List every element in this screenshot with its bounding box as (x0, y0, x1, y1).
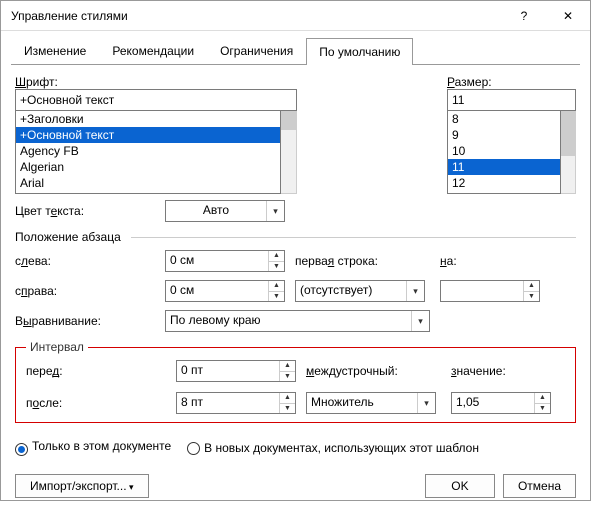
spinner-icon: ▲▼ (523, 281, 539, 301)
by-spin[interactable]: ▲▼ (440, 280, 540, 302)
size-listbox[interactable]: 8 9 10 11 12 (447, 110, 561, 194)
interval-group: Интервал перед: 0 пт▲▼ междустрочный: зн… (15, 340, 576, 423)
at-spin[interactable]: 1,05▲▼ (451, 392, 551, 414)
font-listbox[interactable]: +Заголовки +Основной текст Agency FB Alg… (15, 110, 281, 194)
size-input[interactable] (447, 89, 576, 111)
scrollbar[interactable] (561, 111, 576, 194)
font-input[interactable] (15, 89, 297, 111)
list-item[interactable]: 12 (448, 175, 560, 191)
tab-edit[interactable]: Изменение (11, 37, 99, 64)
cancel-button[interactable]: Отмена (503, 474, 576, 498)
scrollbar[interactable] (281, 111, 297, 194)
tab-recommend[interactable]: Рекомендации (99, 37, 207, 64)
right-spin[interactable]: 0 см▲▼ (165, 280, 285, 302)
scope-radiogroup: Только в этом документе В новых документ… (1, 433, 590, 466)
after-spin[interactable]: 8 пт▲▼ (176, 392, 296, 414)
before-label: перед: (26, 364, 176, 378)
close-button[interactable]: ✕ (546, 1, 590, 31)
import-export-button[interactable]: Импорт/экспорт... (15, 474, 149, 498)
linespacing-combo[interactable]: Множитель▾ (306, 392, 436, 414)
chevron-down-icon: ▾ (266, 201, 284, 221)
list-item[interactable]: +Основной текст (16, 127, 280, 143)
radio-icon (187, 442, 200, 455)
chevron-down-icon: ▾ (411, 311, 429, 331)
list-item[interactable]: 8 (448, 111, 560, 127)
radio-icon (15, 443, 28, 456)
list-item[interactable]: +Заголовки (16, 111, 280, 127)
left-spin[interactable]: 0 см▲▼ (165, 250, 285, 272)
spinner-icon: ▲▼ (268, 251, 284, 271)
textcolor-combo[interactable]: Авто ▾ (165, 200, 285, 222)
by-label: на: (440, 254, 540, 268)
list-item[interactable]: 9 (448, 127, 560, 143)
titlebar: Управление стилями ? ✕ (1, 1, 590, 31)
spinner-icon: ▲▼ (279, 361, 295, 381)
tab-restrict[interactable]: Ограничения (207, 37, 306, 64)
chevron-down-icon: ▾ (417, 393, 435, 413)
ok-button[interactable]: OK (425, 474, 495, 498)
font-label: Шрифт: (15, 75, 297, 89)
tab-defaults[interactable]: По умолчанию (306, 38, 413, 65)
paragraph-heading: Положение абзаца (15, 230, 576, 244)
align-combo[interactable]: По левому краю▾ (165, 310, 430, 332)
list-item[interactable]: Algerian (16, 159, 280, 175)
after-label: после: (26, 396, 176, 410)
interval-heading: Интервал (26, 340, 88, 354)
list-item[interactable]: Arial (16, 175, 280, 191)
help-button[interactable]: ? (502, 1, 546, 31)
textcolor-label: Цвет текста: (15, 204, 165, 218)
before-spin[interactable]: 0 пт▲▼ (176, 360, 296, 382)
radio-newdocs[interactable]: В новых документах, использующих этот ша… (187, 441, 479, 455)
window-title: Управление стилями (11, 9, 502, 23)
spinner-icon: ▲▼ (268, 281, 284, 301)
at-label: значение: (451, 364, 551, 378)
list-item[interactable]: 10 (448, 143, 560, 159)
firstline-combo[interactable]: (отсутствует)▾ (295, 280, 425, 302)
tabs: Изменение Рекомендации Ограничения По ум… (1, 31, 590, 64)
radio-thisdoc[interactable]: Только в этом документе (15, 439, 171, 456)
list-item[interactable]: 11 (448, 159, 560, 175)
right-label: справа: (15, 284, 165, 298)
align-label: Выравнивание: (15, 314, 165, 328)
close-icon: ✕ (563, 9, 573, 23)
chevron-down-icon: ▾ (406, 281, 424, 301)
spinner-icon: ▲▼ (534, 393, 550, 413)
spinner-icon: ▲▼ (279, 393, 295, 413)
help-icon: ? (521, 9, 528, 23)
size-label: Размер: (447, 75, 576, 89)
list-item[interactable]: Agency FB (16, 143, 280, 159)
linespacing-label: междустрочный: (306, 364, 451, 378)
firstline-label: первая строка: (295, 254, 440, 268)
left-label: слева: (15, 254, 165, 268)
